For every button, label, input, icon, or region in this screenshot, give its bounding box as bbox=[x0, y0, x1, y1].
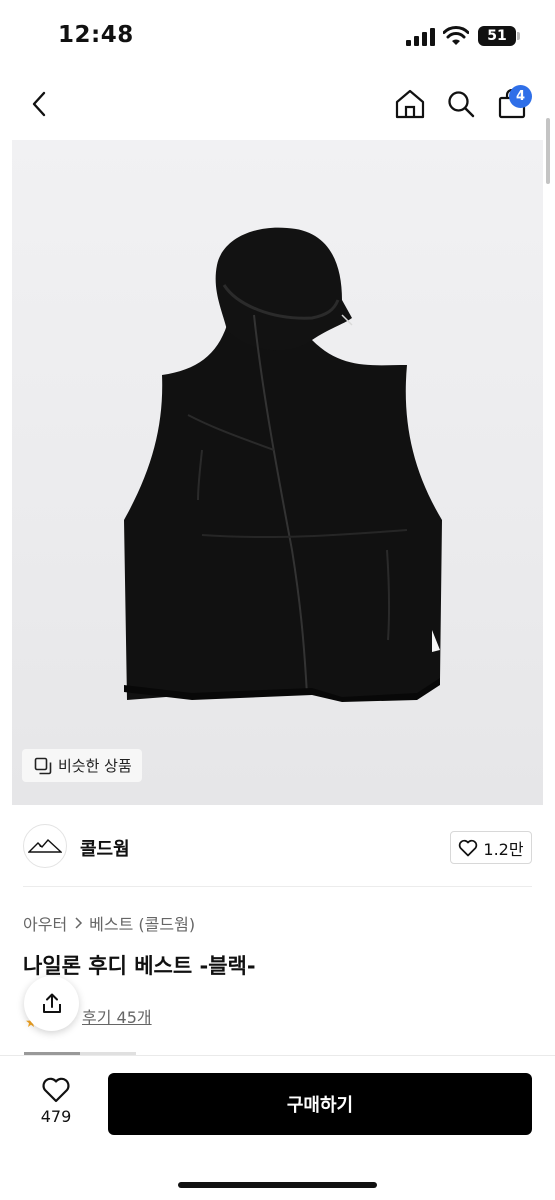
brand-name[interactable]: 콜드웜 bbox=[80, 835, 130, 861]
brand-like-button[interactable]: 1.2만 bbox=[450, 831, 532, 864]
search-button[interactable] bbox=[443, 86, 479, 122]
search-icon bbox=[448, 91, 475, 118]
wifi-icon bbox=[443, 26, 469, 45]
page-scrollbar[interactable] bbox=[546, 118, 550, 184]
breadcrumb-category[interactable]: 아우터 bbox=[23, 911, 67, 935]
home-indicator[interactable] bbox=[178, 1182, 377, 1188]
status-bar: 12:48 51 bbox=[0, 0, 555, 72]
breadcrumb-subcategory[interactable]: 베스트 (콜드웜) bbox=[89, 911, 195, 935]
copy-icon bbox=[34, 757, 52, 774]
section-divider bbox=[23, 886, 532, 887]
product-title: 나일론 후디 베스트 -블랙- bbox=[23, 954, 256, 978]
bottom-action-bar: 479 구매하기 bbox=[0, 1055, 555, 1200]
heart-icon bbox=[42, 1077, 70, 1103]
brand-logo[interactable] bbox=[23, 824, 67, 868]
product-image[interactable] bbox=[12, 140, 543, 805]
cellular-signal-icon bbox=[406, 28, 435, 46]
share-icon bbox=[42, 993, 61, 1013]
back-button[interactable] bbox=[22, 86, 58, 122]
top-nav bbox=[0, 72, 555, 140]
similar-products-label: 비슷한 상품 bbox=[58, 757, 132, 775]
similar-products-button[interactable]: 비슷한 상품 bbox=[22, 749, 142, 782]
home-icon bbox=[395, 89, 425, 119]
battery-indicator: 51 bbox=[478, 26, 516, 46]
review-count-link[interactable]: 후기 45개 bbox=[82, 1004, 152, 1028]
home-button[interactable] bbox=[392, 86, 428, 122]
breadcrumb: 아우터 베스트 (콜드웜) bbox=[23, 911, 195, 935]
share-button[interactable] bbox=[24, 976, 79, 1031]
chevron-left-icon bbox=[32, 91, 46, 117]
brand-row: 콜드웜 1.2만 bbox=[0, 806, 555, 888]
vest-photo bbox=[124, 227, 442, 702]
cart-count-badge: 4 bbox=[509, 85, 532, 108]
heart-icon bbox=[459, 839, 478, 856]
chevron-right-icon bbox=[75, 917, 83, 929]
battery-cap bbox=[517, 32, 520, 40]
buy-button[interactable]: 구매하기 bbox=[108, 1073, 532, 1135]
wishlist-button[interactable]: 479 bbox=[28, 1076, 84, 1136]
status-time: 12:48 bbox=[58, 22, 134, 48]
brand-like-count: 1.2만 bbox=[483, 839, 524, 859]
wishlist-count: 479 bbox=[40, 1107, 72, 1126]
mountain-logo-icon bbox=[28, 838, 62, 853]
